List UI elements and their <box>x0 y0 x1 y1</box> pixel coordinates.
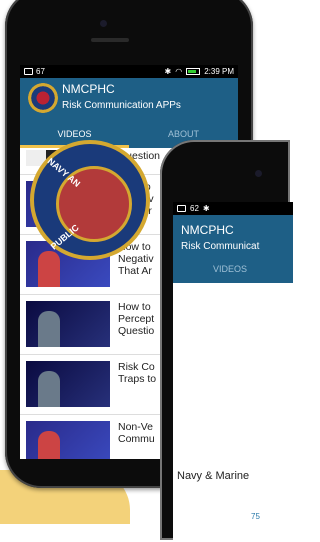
notification-icon <box>24 68 33 75</box>
video-thumbnail <box>26 301 110 347</box>
notification-icon <box>177 205 186 212</box>
bluetooth-icon: ✱ <box>164 67 172 76</box>
page-number: 75 <box>251 512 260 521</box>
status-time: 2:39 PM <box>204 67 234 76</box>
status-bar: 62 ✱ <box>173 202 293 215</box>
video-title: How to Percept Questio <box>118 301 155 337</box>
speaker-grille <box>91 38 129 42</box>
navy-marine-seal-icon: NAVY AN PUBLIC <box>30 140 150 260</box>
tab-videos[interactable]: VIDEOS <box>173 255 293 283</box>
app-subtitle: Risk Communication APPs <box>62 100 181 111</box>
app-subtitle: Risk Communicat <box>181 241 260 252</box>
app-bar: NMCPHC Risk Communicat <box>173 215 293 255</box>
app-title: NMCPHC <box>181 223 234 237</box>
video-title: Risk Co Traps to <box>118 361 157 385</box>
battery-icon <box>186 68 201 75</box>
notif-count: 67 <box>36 67 45 76</box>
camera-icon <box>255 170 262 177</box>
video-thumbnail <box>26 421 110 459</box>
status-bar: 67 ✱ ◠ 2:39 PM <box>20 65 238 78</box>
camera-icon <box>100 20 107 27</box>
video-thumbnail <box>26 361 110 407</box>
wifi-icon: ◠ <box>175 67 183 76</box>
app-bar: NMCPHC Risk Communication APPs <box>20 78 238 120</box>
video-title: Non-Ve Commu <box>118 421 155 445</box>
nmcphc-logo-icon <box>28 83 58 113</box>
app-title: NMCPHC <box>62 82 115 96</box>
notif-count: 62 <box>190 204 199 213</box>
phone-screen: 62 ✱ NMCPHC Risk Communicat VIDEOS <box>173 202 293 542</box>
bluetooth-icon: ✱ <box>202 204 210 213</box>
seal-caption: Navy & Marine <box>177 470 250 482</box>
